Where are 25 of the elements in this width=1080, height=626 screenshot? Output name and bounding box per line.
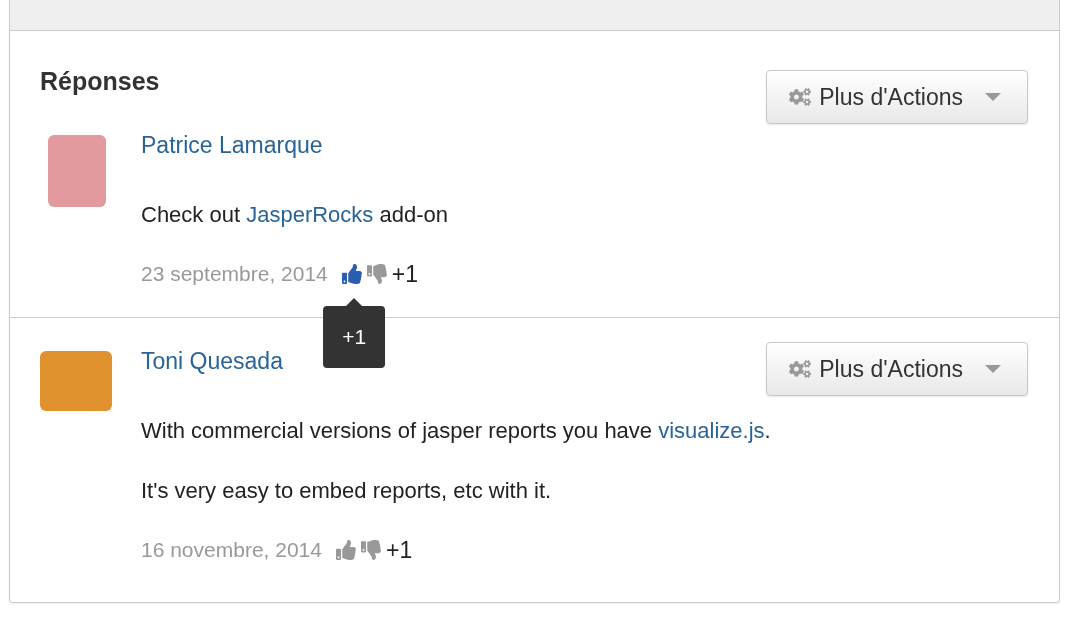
- avatar-placeholder: [48, 135, 106, 207]
- answer-text: With commercial versions of jasper reports you have visualize.js.: [141, 417, 772, 445]
- more-actions-button[interactable]: Plus d'Actions: [766, 342, 1028, 396]
- more-actions-button[interactable]: Plus d'Actions: [766, 70, 1028, 124]
- thumbs-down-icon[interactable]: [366, 264, 387, 284]
- answer-date: 23 septembre, 2014: [141, 261, 328, 287]
- answer-text: Check out JasperRocks add-on: [141, 201, 449, 229]
- avatar-placeholder: [40, 351, 112, 411]
- tooltip: +1: [323, 306, 386, 368]
- author-link[interactable]: Toni Quesada: [141, 346, 283, 376]
- thumbs-up-icon[interactable]: [335, 540, 356, 560]
- caret-icon: [985, 93, 1001, 101]
- answer-date: 16 novembre, 2014: [141, 537, 322, 563]
- thumbs-down-icon[interactable]: [360, 540, 381, 560]
- caret-icon: [985, 365, 1001, 373]
- author-link[interactable]: Patrice Lamarque: [141, 130, 323, 160]
- vote-score: +1: [391, 260, 419, 289]
- inline-link[interactable]: visualize.js: [658, 418, 765, 443]
- gears-icon: [789, 358, 812, 380]
- inline-link[interactable]: JasperRocks: [246, 202, 374, 227]
- gears-icon: [789, 86, 812, 108]
- thumbs-up-icon[interactable]: [341, 264, 362, 284]
- vote-score: +1: [385, 536, 413, 565]
- answer-text: It's very easy to embed reports, etc with it.: [141, 477, 553, 505]
- section-title: Réponses: [40, 66, 160, 96]
